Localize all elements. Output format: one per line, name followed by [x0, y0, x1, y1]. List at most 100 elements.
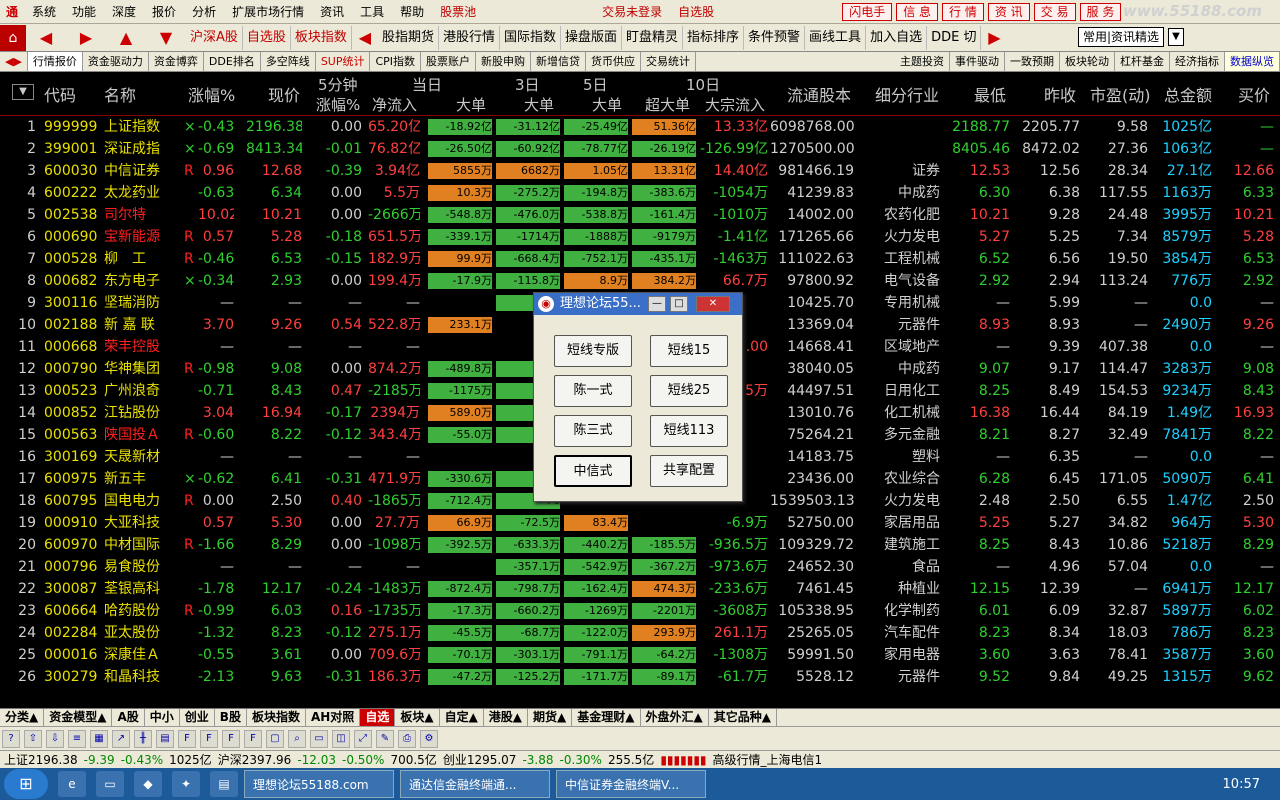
print-icon[interactable]: ⎙: [398, 729, 416, 748]
help-icon[interactable]: ?: [2, 729, 20, 748]
btn-chen1[interactable]: 陈一式: [554, 375, 632, 407]
table-row[interactable]: 21 000796 易食股份 — — — — -357.1万 -542.9万 -367.2万 -97…: [0, 556, 1280, 578]
candle-icon[interactable]: ╫: [134, 729, 152, 748]
table-row[interactable]: 22 300087 荃银高科 -1.78 12.17 -0.24 -1483万 -872.4万…: [0, 578, 1280, 600]
news-select[interactable]: 常用|资讯精选: [1078, 27, 1165, 47]
bottom-tab[interactable]: AH对照: [306, 709, 361, 726]
tab-economy[interactable]: 经济指标: [1170, 52, 1225, 71]
list-icon[interactable]: ≡: [68, 729, 86, 748]
tab-trade-stats[interactable]: 交易统计: [641, 52, 697, 71]
menu-help[interactable]: 帮助: [392, 3, 432, 20]
bottom-tab[interactable]: 期货▲: [528, 709, 573, 726]
menu-analysis[interactable]: 分析: [184, 3, 224, 20]
btn-citic[interactable]: 中信式: [554, 455, 632, 487]
col-big-3d[interactable]: 大单: [524, 94, 554, 115]
task-forum[interactable]: 理想论坛55188.com: [244, 770, 394, 798]
tb-dde[interactable]: DDE 切: [927, 25, 982, 50]
f1-icon[interactable]: F: [178, 729, 196, 748]
info-button[interactable]: 信 息: [896, 2, 939, 21]
col-big-today[interactable]: 大单: [456, 94, 486, 115]
btn-share-config[interactable]: 共享配置: [650, 455, 728, 487]
tab-dde-rank[interactable]: DDE排名: [204, 52, 261, 71]
close-icon[interactable]: ✕: [696, 296, 730, 312]
bottom-tab[interactable]: A股: [112, 709, 145, 726]
tab-rotation[interactable]: 板块轮动: [1060, 52, 1115, 71]
btn-short113[interactable]: 短线113: [650, 415, 728, 447]
task-tdx[interactable]: 通达信金融终端通...: [400, 770, 550, 798]
bottom-tab[interactable]: 外盘外汇▲: [641, 709, 709, 726]
f2-icon[interactable]: F: [200, 729, 218, 748]
table-row[interactable]: 4 600222 太龙药业 -0.63 6.34 0.00 5.5万 10.3万 -275.2万…: [0, 182, 1280, 204]
tb-trading-layout[interactable]: 操盘版面: [561, 25, 622, 50]
tab-leverage[interactable]: 杠杆基金: [1115, 52, 1170, 71]
chart-icon[interactable]: ↗: [112, 729, 130, 748]
menu-function[interactable]: 功能: [64, 3, 104, 20]
edit-icon[interactable]: ✎: [376, 729, 394, 748]
up-arrow-icon[interactable]: ▲: [106, 28, 146, 47]
col-industry[interactable]: 细分行业: [875, 82, 939, 106]
tb-alert[interactable]: 条件预警: [744, 25, 806, 50]
bottom-tab[interactable]: 自选: [360, 709, 396, 726]
tb-shsz-a[interactable]: 沪深A股: [186, 25, 243, 50]
tab-event[interactable]: 事件驱动: [950, 52, 1005, 71]
bottom-tab[interactable]: 其它品种▲: [709, 709, 777, 726]
table-row[interactable]: 2 399001 深证成指 × -0.69 8413.34 -0.01 76.82亿 -26.5…: [0, 138, 1280, 160]
col-bulk-inflow[interactable]: 大宗流入: [705, 94, 765, 115]
back-arrow-icon[interactable]: ◀: [26, 28, 66, 47]
dropdown-arrow-icon[interactable]: ▼: [1168, 28, 1184, 46]
col-super-10d[interactable]: 超大单: [645, 94, 690, 115]
app-icon-3[interactable]: ▤: [210, 771, 238, 797]
table-row[interactable]: 20 600970 中材国际 R -1.66 8.29 0.00 -1098万 -392.5万 -…: [0, 534, 1280, 556]
col-5min-change[interactable]: 涨幅%: [316, 94, 360, 115]
ie-icon[interactable]: e: [58, 771, 86, 797]
col-bid[interactable]: 买价: [1238, 82, 1270, 106]
btn-chen3[interactable]: 陈三式: [554, 415, 632, 447]
bottom-tab[interactable]: 创业: [180, 709, 215, 726]
table-row[interactable]: 7 000528 柳 工 R -0.46 6.53 -0.15 182.9万 99.9万 -668…: [0, 248, 1280, 270]
tb-hk[interactable]: 港股行情: [439, 25, 500, 50]
table-row[interactable]: 24 002284 亚太股份 -1.32 8.23 -0.12 275.1万 -45.5万 -6…: [0, 622, 1280, 644]
bottom-tab[interactable]: 板块▲: [395, 709, 440, 726]
tab-theme[interactable]: 主题投资: [895, 52, 950, 71]
btn-short25[interactable]: 短线25: [650, 375, 728, 407]
tab-fund-driver[interactable]: 资金驱动力: [83, 52, 149, 71]
status-sh[interactable]: 上证2196.38: [4, 751, 78, 768]
tb-right-icon[interactable]: ▶: [981, 28, 1007, 47]
col-prev-close[interactable]: 昨收: [1044, 82, 1076, 106]
table-row[interactable]: 26 300279 和晶科技 -2.13 9.63 -0.31 186.3万 -47.2万 -1…: [0, 666, 1280, 688]
table-row[interactable]: 19 000910 大亚科技 0.57 5.30 0.00 27.7万 66.9万 -72.5万…: [0, 512, 1280, 534]
status-sz[interactable]: 沪深2397.96: [218, 751, 292, 768]
tab-consensus[interactable]: 一致预期: [1005, 52, 1060, 71]
tab-cpi[interactable]: CPI指数: [370, 52, 422, 71]
bottom-tab[interactable]: 港股▲: [484, 709, 529, 726]
col-pe[interactable]: 市盈(动): [1090, 82, 1151, 106]
col-low[interactable]: 最低: [974, 82, 1006, 106]
service-button[interactable]: 服 务: [1079, 2, 1122, 21]
explorer-icon[interactable]: ▭: [96, 771, 124, 797]
col-price[interactable]: 现价: [268, 82, 300, 106]
tab-accounts[interactable]: 股票账户: [421, 52, 477, 71]
tab-data[interactable]: 数据纵览: [1225, 52, 1280, 71]
tab-sup[interactable]: SUP统计: [316, 52, 371, 71]
bottom-tab[interactable]: 基金理财▲: [572, 709, 641, 726]
menu-tools[interactable]: 工具: [352, 3, 392, 20]
tab-money-supply[interactable]: 货币供应: [586, 52, 642, 71]
tab-ipo[interactable]: 新股申购: [476, 52, 532, 71]
search-icon[interactable]: ⌕: [288, 729, 306, 748]
menu-extended-market[interactable]: 扩展市场行情: [224, 3, 312, 20]
tb-left-icon[interactable]: ◀: [352, 28, 378, 47]
table-row[interactable]: 6 000690 宝新能源 R 0.57 5.28 -0.18 651.5万 -339.1万 -1…: [0, 226, 1280, 248]
status-cy[interactable]: 创业1295.07: [443, 751, 517, 768]
col-code[interactable]: 代码: [44, 82, 76, 106]
up-icon[interactable]: ⇧: [24, 729, 42, 748]
down-icon[interactable]: ⇩: [46, 729, 64, 748]
menu-quote[interactable]: 报价: [144, 3, 184, 20]
quote-button[interactable]: 行 情: [942, 2, 984, 21]
tb-intl-index[interactable]: 国际指数: [500, 25, 561, 50]
tb-futures[interactable]: 股指期货: [378, 25, 439, 50]
tb-draw[interactable]: 画线工具: [805, 25, 867, 50]
f3-icon[interactable]: F: [222, 729, 240, 748]
bottom-tab[interactable]: 中小: [145, 709, 180, 726]
tb-sector-index[interactable]: 板块指数: [291, 25, 352, 50]
table-row[interactable]: 8 000682 东方电子 × -0.34 2.93 0.00 199.4万 -17.9万 -11…: [0, 270, 1280, 292]
